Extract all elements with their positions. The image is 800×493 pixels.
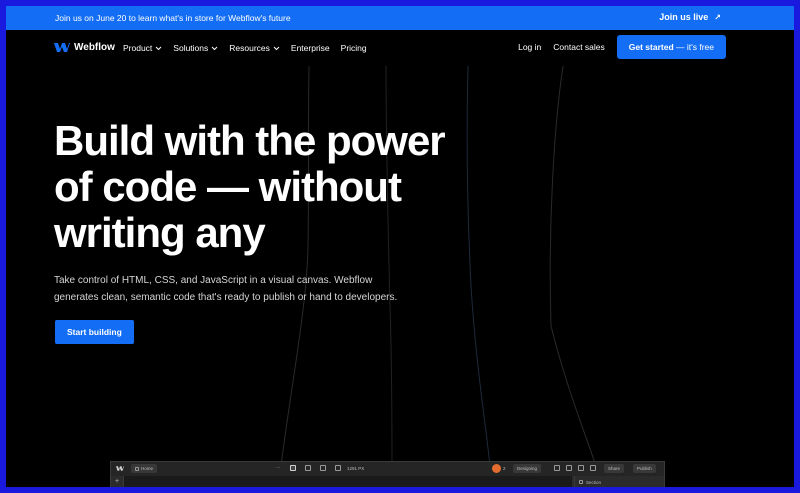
nav-links: Product Solutions Resources Enterprise P… (123, 43, 367, 53)
publish-button[interactable]: Publish (633, 464, 656, 473)
webflow-logo-icon[interactable] (116, 465, 124, 472)
check-icon[interactable] (554, 465, 560, 471)
hero-title-line-2: of code — without (54, 163, 402, 210)
nav-actions: Log in Contact sales Get started — it's … (518, 35, 726, 59)
arrow-up-right-icon: ↗ (714, 12, 721, 22)
webflow-logo-icon (54, 43, 70, 52)
hero-subtitle-line-2: generates clean, semantic code that's re… (54, 292, 398, 303)
webflow-logo[interactable]: Webflow (54, 42, 115, 53)
nav-item-pricing[interactable]: Pricing (341, 43, 367, 53)
announcement-banner[interactable]: Join us on June 20 to learn what's in st… (6, 6, 794, 30)
get-started-label: Get started (628, 42, 674, 52)
nav-item-label: Product (123, 43, 153, 53)
share-button[interactable]: Share (604, 464, 625, 473)
tablet-breakpoint-icon[interactable] (304, 465, 311, 471)
canvas-width: 1291 PX (347, 466, 365, 471)
hero-subtitle-line-1: Take control of HTML, CSS, and JavaScrip… (54, 275, 373, 286)
hero-title-line-1: Build with the power (54, 117, 446, 164)
toolbar-right-icons (554, 465, 596, 471)
more-icon[interactable]: ⋯ (276, 465, 281, 471)
landscape-breakpoint-icon[interactable] (319, 465, 326, 471)
start-building-button[interactable]: Start building (55, 320, 134, 344)
chevron-down-icon (273, 46, 280, 50)
hero-subtitle: Take control of HTML, CSS, and JavaScrip… (54, 272, 414, 306)
main-nav: Webflow Product Solutions Resources Ente… (6, 30, 794, 66)
play-icon[interactable] (590, 465, 596, 471)
nav-item-resources[interactable]: Resources (229, 43, 280, 53)
nav-item-enterprise[interactable]: Enterprise (291, 43, 330, 53)
join-live-label: Join us live (659, 12, 709, 22)
code-icon[interactable] (566, 465, 572, 471)
desktop-breakpoint-icon[interactable] (289, 465, 296, 471)
breakpoint-icons: ⋯ (276, 465, 341, 471)
brand-name: Webflow (74, 42, 115, 53)
page-selector[interactable]: Home (131, 464, 158, 473)
mode-selector[interactable]: Designing (513, 464, 542, 473)
nav-item-label: Enterprise (290, 43, 330, 53)
page-frame: Join us on June 20 to learn what's in st… (6, 6, 794, 487)
chevron-down-icon (211, 46, 218, 50)
page-icon (135, 466, 139, 471)
page-selector-label: Home (141, 466, 154, 471)
hero-heading-block: Build with the power of code — without w… (54, 118, 474, 256)
navigator-section-label[interactable]: Section (586, 480, 601, 485)
nav-item-label: Pricing (340, 43, 367, 53)
banner-message: Join us on June 20 to learn what's in st… (55, 13, 291, 23)
designer-toolbar: Home ⋯ 1291 PX 2 Designing Share Publish (111, 462, 664, 476)
add-panel-button[interactable]: + (111, 476, 124, 487)
nav-item-solutions[interactable]: Solutions (173, 43, 218, 53)
contact-sales-link[interactable]: Contact sales (553, 42, 605, 52)
join-live-link[interactable]: Join us live ↗ (659, 12, 721, 22)
hero-title-line-3: writing any (54, 209, 266, 256)
login-link[interactable]: Log in (518, 42, 541, 52)
collaborator-avatar[interactable] (492, 464, 501, 473)
comment-icon[interactable] (578, 465, 584, 471)
get-started-button[interactable]: Get started — it's free (616, 35, 726, 59)
navigator-panel: Section (574, 476, 664, 487)
chevron-down-icon (155, 46, 162, 50)
section-icon (579, 480, 583, 484)
mobile-breakpoint-icon[interactable] (334, 465, 341, 471)
designer-canvas (124, 476, 572, 487)
collaborator-count: 2 (503, 466, 506, 471)
nav-item-label: Resources (229, 43, 270, 53)
nav-item-product[interactable]: Product (123, 43, 162, 53)
get-started-suffix: — it's free (673, 42, 714, 52)
designer-preview: Home ⋯ 1291 PX 2 Designing Share Publish (110, 461, 665, 487)
hero-title: Build with the power of code — without w… (54, 118, 474, 256)
nav-item-label: Solutions (173, 43, 209, 53)
